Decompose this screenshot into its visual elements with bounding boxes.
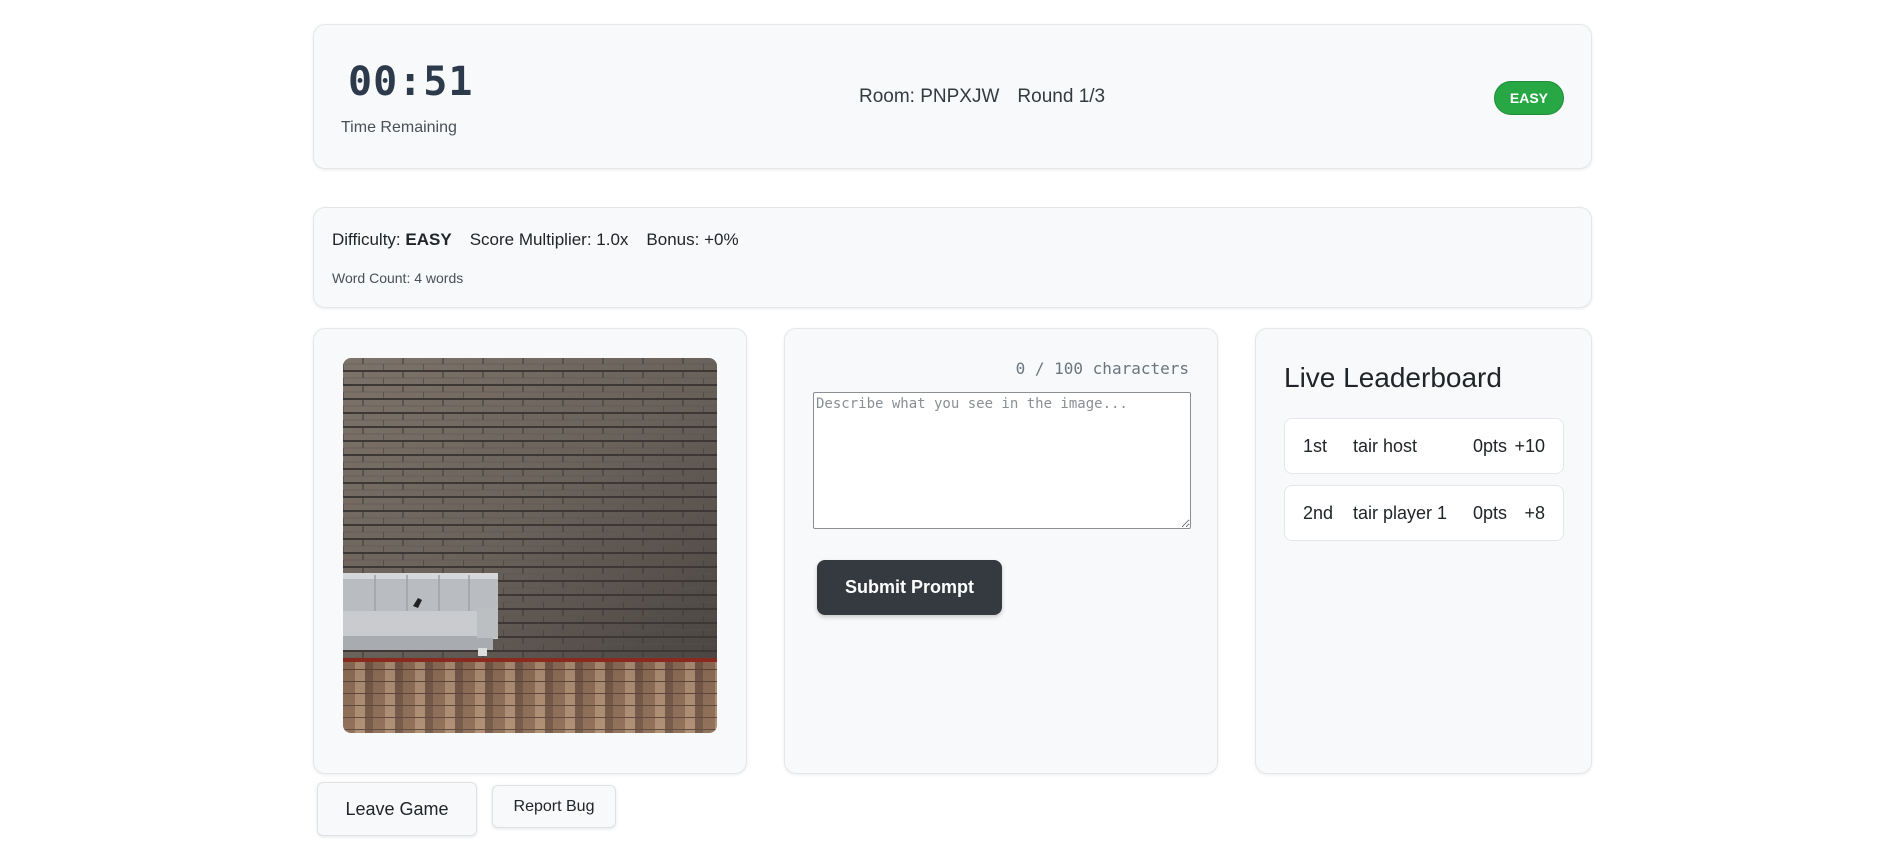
bonus-value: Bonus: +0% — [646, 230, 739, 249]
timer-label: Time Remaining — [341, 119, 457, 136]
leaderboard-title: Live Leaderboard — [1284, 362, 1502, 393]
difficulty-details: Difficulty: EASY Score Multiplier: 1.0x Bo… — [332, 230, 739, 250]
character-counter: 0 / 100 characters — [1015, 359, 1189, 378]
leaderboard-rank: 1st — [1303, 436, 1328, 456]
leaderboard-points: 0pts — [1472, 436, 1507, 456]
game-header: 00:51 Time Remaining Room: PNPXJW Round 1… — [313, 24, 1592, 169]
difficulty-info-bar: Difficulty: EASY Score Multiplier: 1.0x Bo… — [313, 207, 1592, 308]
leave-game-button[interactable]: Leave Game — [317, 782, 477, 836]
submit-prompt-button[interactable]: Submit Prompt — [817, 560, 1002, 615]
game-container: 00:51 Time Remaining Room: PNPXJW Round 1… — [313, 24, 1592, 836]
leaderboard-row: 2nd tair player 1 0pts +8 — [1284, 485, 1564, 541]
prompt-input[interactable] — [813, 392, 1191, 529]
leaderboard-panel: Live Leaderboard 1st tair host 0pts +10 … — [1255, 328, 1592, 774]
prompt-panel: 0 / 100 characters Submit Prompt — [784, 328, 1218, 774]
image-panel — [313, 328, 747, 774]
couch-brick-wall-image — [343, 358, 717, 733]
room-code: Room: PNPXJW — [859, 86, 1000, 107]
difficulty-badge: EASY — [1493, 81, 1564, 115]
leaderboard-bonus: +8 — [1524, 503, 1545, 523]
leaderboard-player-name: tair player 1 — [1353, 503, 1448, 523]
countdown-timer: 00:51 — [348, 59, 474, 105]
game-panels: 0 / 100 characters Submit Prompt Live Le… — [313, 328, 1592, 836]
leaderboard-row: 1st tair host 0pts +10 — [1284, 418, 1564, 474]
round-indicator: Round 1/3 — [1017, 86, 1106, 107]
leaderboard-player-name: tair host — [1353, 436, 1418, 456]
room-info: Room: PNPXJW Round 1/3 — [859, 86, 1105, 108]
leaderboard-rank: 2nd — [1303, 503, 1334, 523]
word-count: Word Count: 4 words — [332, 270, 464, 286]
difficulty-label: Difficulty: — [332, 230, 401, 249]
leaderboard-bonus: +10 — [1514, 436, 1545, 456]
leaderboard-points: 0pts — [1472, 503, 1507, 523]
score-multiplier: Score Multiplier: 1.0x — [469, 230, 629, 249]
difficulty-item: Difficulty: EASY — [332, 230, 452, 249]
difficulty-value: EASY — [405, 230, 452, 249]
report-bug-button[interactable]: Report Bug — [492, 785, 616, 828]
